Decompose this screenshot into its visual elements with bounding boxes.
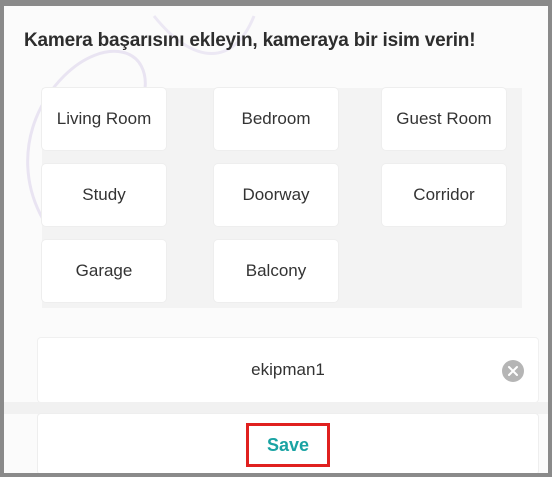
room-option-study[interactable]: Study xyxy=(42,164,166,226)
room-option-bedroom[interactable]: Bedroom xyxy=(214,88,338,150)
room-option-doorway[interactable]: Doorway xyxy=(214,164,338,226)
camera-name-value[interactable]: ekipman1 xyxy=(38,338,538,402)
clear-icon[interactable] xyxy=(502,360,524,382)
room-option-corridor[interactable]: Corridor xyxy=(382,164,506,226)
camera-name-field[interactable]: ekipman1 xyxy=(38,338,538,402)
save-button[interactable]: Save xyxy=(246,423,330,467)
dialog-title: Kamera başarısını ekleyin, kameraya bir … xyxy=(24,30,476,51)
room-option-guest-room[interactable]: Guest Room xyxy=(382,88,506,150)
room-options-grid: Living Room Bedroom Guest Room Study Doo… xyxy=(42,88,522,308)
room-option-balcony[interactable]: Balcony xyxy=(214,240,338,302)
room-option-garage[interactable]: Garage xyxy=(42,240,166,302)
add-camera-dialog: Kamera başarısını ekleyin, kameraya bir … xyxy=(0,0,552,477)
room-option-living-room[interactable]: Living Room xyxy=(42,88,166,150)
divider xyxy=(4,402,548,414)
save-bar: Save xyxy=(38,414,538,473)
clear-x-glyph xyxy=(508,366,518,376)
